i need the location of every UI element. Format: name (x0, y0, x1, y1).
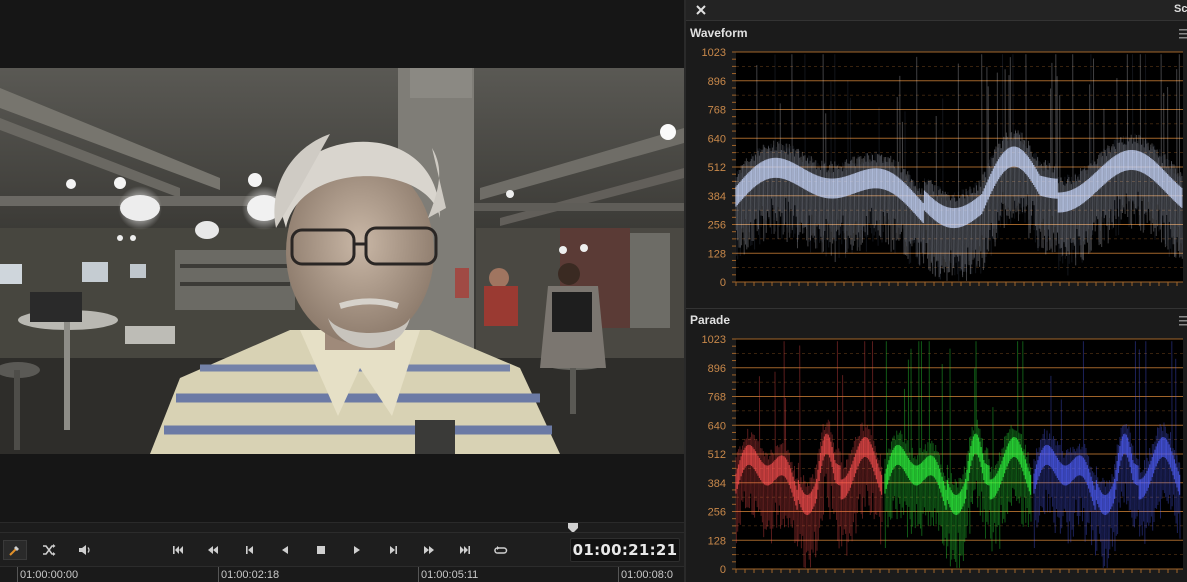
loop-icon (494, 546, 508, 554)
parade-title: Parade (690, 313, 731, 327)
audio-button[interactable] (74, 540, 96, 560)
ruler-label: 01:00:00:00 (20, 569, 79, 581)
scale-label: 512 (708, 449, 726, 461)
timeline-scrubber[interactable] (0, 522, 684, 533)
video-image (0, 68, 684, 454)
scopes-panel: Sc 1023 896 768 640 512 384 256 128 0 Waveform 1… (684, 0, 1187, 582)
scopes-header: Sc (686, 0, 1187, 21)
eyedropper-icon (9, 546, 19, 556)
scale-label: 896 (708, 76, 726, 88)
fast-rewind-icon (208, 546, 218, 554)
scale-label: 768 (708, 105, 726, 117)
step-forward-icon (390, 546, 397, 554)
next-frame-button[interactable] (382, 540, 404, 560)
skip-to-end-icon (460, 546, 470, 554)
waveform-plot: 1023 896 768 640 512 384 256 128 0 (702, 47, 1183, 289)
timecode-display[interactable]: 01:00:21:21 (570, 538, 680, 562)
play-button[interactable] (346, 540, 368, 560)
ruler-label: 01:00:02:18 (221, 569, 280, 581)
scale-label: 512 (708, 162, 726, 174)
ruler-tick (218, 567, 219, 582)
scale-label: 384 (708, 478, 726, 490)
prev-frame-button[interactable] (239, 540, 261, 560)
transport-bar: 01:00:21:21 (0, 532, 684, 566)
fast-forward-button[interactable] (418, 540, 440, 560)
viewer-panel: 01:00:21:21 01:00:00:00 01:00:02:18 01:00:… (0, 0, 684, 582)
timecode-ruler[interactable]: 01:00:00:00 01:00:02:18 01:00:05:11 01:00:0… (0, 566, 684, 582)
play-reverse-icon (282, 546, 288, 554)
scale-label: 128 (708, 535, 726, 547)
stop-button[interactable] (310, 540, 332, 560)
scale-label: 0 (720, 564, 726, 576)
scale-label: 640 (708, 133, 726, 145)
jump-to-start-button[interactable] (167, 540, 189, 560)
scale-label: 768 (708, 392, 726, 404)
ruler-label: 01:00:08:0 (621, 569, 673, 581)
panel-menu-icon[interactable] (1179, 28, 1187, 40)
scale-label: 0 (720, 277, 726, 289)
panel-menu-icon[interactable] (1179, 315, 1187, 327)
scale-label: 256 (708, 220, 726, 232)
shuffle-button[interactable] (38, 540, 60, 560)
scale-label: 896 (708, 363, 726, 375)
scale-label: 1023 (702, 47, 726, 59)
fast-forward-icon (424, 546, 434, 554)
loop-button[interactable] (490, 540, 512, 560)
scale-label: 384 (708, 191, 726, 203)
waveform-title: Waveform (690, 26, 748, 40)
stop-icon (317, 546, 325, 554)
ruler-label: 01:00:05:11 (421, 569, 479, 581)
rewind-button[interactable] (202, 540, 224, 560)
skip-to-start-icon (173, 546, 183, 554)
step-back-icon (246, 546, 253, 554)
scale-label: 128 (708, 248, 726, 260)
jump-to-end-button[interactable] (454, 540, 476, 560)
close-icon[interactable] (694, 3, 708, 17)
ruler-tick (618, 567, 619, 582)
shuffle-icon (43, 544, 56, 556)
scale-label: 1023 (702, 334, 726, 346)
parade-scope: 1023 896 768 640 512 384 256 128 0 Parade (686, 308, 1187, 582)
play-icon (354, 546, 360, 554)
ruler-tick (17, 567, 18, 582)
play-reverse-button[interactable] (274, 540, 296, 560)
video-frame[interactable] (0, 68, 684, 454)
eyedropper-button[interactable] (3, 540, 27, 560)
scale-label: 256 (708, 507, 726, 519)
scopes-title: Sc (1174, 3, 1187, 15)
ruler-tick (418, 567, 419, 582)
parade-plot: 1023 896 768 640 512 384 256 128 0 (702, 334, 1183, 576)
scale-label: 640 (708, 420, 726, 432)
waveform-scope: 1023 896 768 640 512 384 256 128 0 Waveform (686, 22, 1187, 306)
speaker-icon (79, 545, 90, 555)
